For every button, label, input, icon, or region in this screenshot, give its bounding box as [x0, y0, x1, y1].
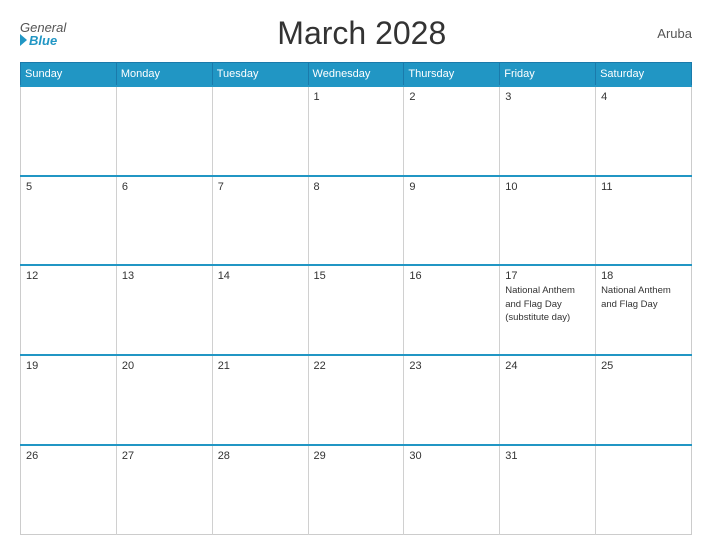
calendar-day: 17 National Anthem and Flag Day (substitu…: [500, 265, 596, 355]
calendar-day-empty: [21, 86, 117, 176]
day-number: 27: [122, 450, 207, 462]
calendar-day: 23: [404, 355, 500, 445]
day-number: 3: [505, 91, 590, 103]
logo-general-text: General: [20, 21, 66, 34]
calendar-day-empty: [212, 86, 308, 176]
header: General Blue March 2028 Aruba: [20, 15, 692, 52]
day-number: 8: [314, 181, 399, 193]
day-number: 18: [601, 270, 686, 282]
calendar-day: 8: [308, 176, 404, 266]
calendar-day: 11: [596, 176, 692, 266]
calendar-day: 10: [500, 176, 596, 266]
calendar-day-empty: [596, 445, 692, 535]
calendar-event: National Anthem and Flag Day: [601, 285, 671, 309]
calendar-day: 14: [212, 265, 308, 355]
calendar-day: 2: [404, 86, 500, 176]
calendar-day-empty: [116, 86, 212, 176]
calendar-week-row: 56789 10 11: [21, 176, 692, 266]
calendar-day: 16: [404, 265, 500, 355]
calendar-event: National Anthem and Flag Day (substitute…: [505, 285, 575, 323]
weekday-header-row: Sunday Monday Tuesday Wednesday Thursday…: [21, 63, 692, 87]
day-number: 16: [409, 270, 494, 282]
calendar-day: 18 National Anthem and Flag Day: [596, 265, 692, 355]
calendar-day: 1: [308, 86, 404, 176]
logo-triangle-icon: [20, 34, 27, 46]
calendar-header: Sunday Monday Tuesday Wednesday Thursday…: [21, 63, 692, 87]
calendar-week-row: 19 20 21 22 23 24 25: [21, 355, 692, 445]
day-number: 26: [26, 450, 111, 462]
calendar-week-row: 26 27 28 29 30 31: [21, 445, 692, 535]
col-monday: Monday: [116, 63, 212, 87]
day-number: 13: [122, 270, 207, 282]
calendar-day: 26: [21, 445, 117, 535]
calendar-title: March 2028: [277, 15, 446, 52]
day-number: 31: [505, 450, 590, 462]
logo: General Blue: [20, 21, 66, 47]
day-number: 24: [505, 360, 590, 372]
calendar-day: 4: [596, 86, 692, 176]
day-number: 20: [122, 360, 207, 372]
day-number: 10: [505, 181, 590, 193]
day-number: 29: [314, 450, 399, 462]
calendar-body: 1234567891011121314151617National Anthem…: [21, 86, 692, 535]
day-number: 4: [601, 91, 686, 103]
calendar-day: 9: [404, 176, 500, 266]
day-number: 2: [409, 91, 494, 103]
calendar-day: 24: [500, 355, 596, 445]
calendar-day: 25: [596, 355, 692, 445]
day-number: 19: [26, 360, 111, 372]
day-number: 11: [601, 181, 686, 193]
calendar-day: 29: [308, 445, 404, 535]
calendar-table: Sunday Monday Tuesday Wednesday Thursday…: [20, 62, 692, 535]
calendar-day: 30: [404, 445, 500, 535]
day-number: 22: [314, 360, 399, 372]
calendar-day: 27: [116, 445, 212, 535]
calendar-day: 20: [116, 355, 212, 445]
day-number: 21: [218, 360, 303, 372]
day-number: 23: [409, 360, 494, 372]
col-tuesday: Tuesday: [212, 63, 308, 87]
calendar-day: 6: [116, 176, 212, 266]
day-number: 5: [26, 181, 111, 193]
calendar-day: 3: [500, 86, 596, 176]
calendar-day: 19: [21, 355, 117, 445]
day-number: 12: [26, 270, 111, 282]
col-thursday: Thursday: [404, 63, 500, 87]
calendar-day: 21: [212, 355, 308, 445]
calendar-day: 13: [116, 265, 212, 355]
day-number: 25: [601, 360, 686, 372]
col-saturday: Saturday: [596, 63, 692, 87]
calendar-week-row: 12 13 14 15 16 17 National Anthem and Flag Day…: [21, 265, 692, 355]
day-number: 7: [218, 181, 303, 193]
calendar-day: 12: [21, 265, 117, 355]
calendar-day: 28: [212, 445, 308, 535]
day-number: 1: [314, 91, 399, 103]
logo-blue-text: Blue: [20, 34, 66, 47]
calendar-day: 7: [212, 176, 308, 266]
day-number: 30: [409, 450, 494, 462]
country-label: Aruba: [657, 26, 692, 41]
day-number: 9: [409, 181, 494, 193]
calendar-day: 5: [21, 176, 117, 266]
day-number: 14: [218, 270, 303, 282]
col-sunday: Sunday: [21, 63, 117, 87]
day-number: 17: [505, 270, 590, 282]
page: General Blue March 2028 Aruba Sunday Mon…: [0, 0, 712, 550]
calendar-day: 15: [308, 265, 404, 355]
day-number: 15: [314, 270, 399, 282]
calendar-week-row: 1234: [21, 86, 692, 176]
day-number: 28: [218, 450, 303, 462]
calendar-day: 22: [308, 355, 404, 445]
col-friday: Friday: [500, 63, 596, 87]
col-wednesday: Wednesday: [308, 63, 404, 87]
day-number: 6: [122, 181, 207, 193]
calendar-day: 31: [500, 445, 596, 535]
